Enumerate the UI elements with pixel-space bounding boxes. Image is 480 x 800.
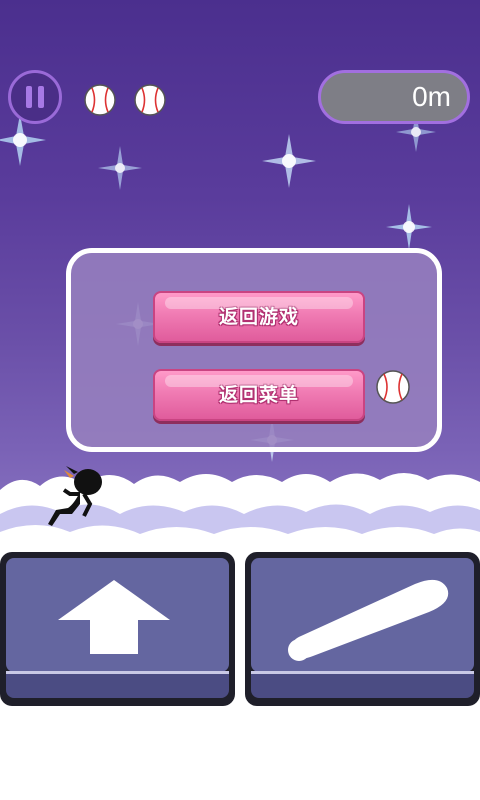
baseball-icon — [134, 84, 166, 116]
pause-button[interactable] — [8, 70, 62, 124]
game-scene: 0m 返回游戏 返回菜单 — [0, 0, 480, 560]
sparkle-star — [262, 134, 316, 188]
resume-game-button[interactable]: 返回游戏 — [153, 291, 365, 343]
jump-button[interactable] — [0, 552, 235, 706]
ninja-player — [48, 466, 102, 526]
pause-icon — [38, 86, 44, 108]
baseball-icon — [84, 84, 116, 116]
swing-button-base — [251, 671, 474, 698]
sparkle-star — [386, 204, 432, 250]
arrow-up-icon — [58, 580, 170, 654]
sparkle-star — [98, 146, 142, 190]
control-bar — [0, 552, 480, 712]
jump-button-base — [6, 671, 229, 698]
pause-icon — [26, 86, 32, 108]
baseball-bat-icon — [288, 579, 449, 661]
pause-dialog: 返回游戏 返回菜单 — [66, 248, 442, 452]
return-to-menu-button[interactable]: 返回菜单 — [153, 369, 365, 421]
swing-button[interactable] — [245, 552, 480, 706]
distance-counter: 0m — [318, 70, 470, 124]
baseball-icon — [376, 370, 410, 404]
